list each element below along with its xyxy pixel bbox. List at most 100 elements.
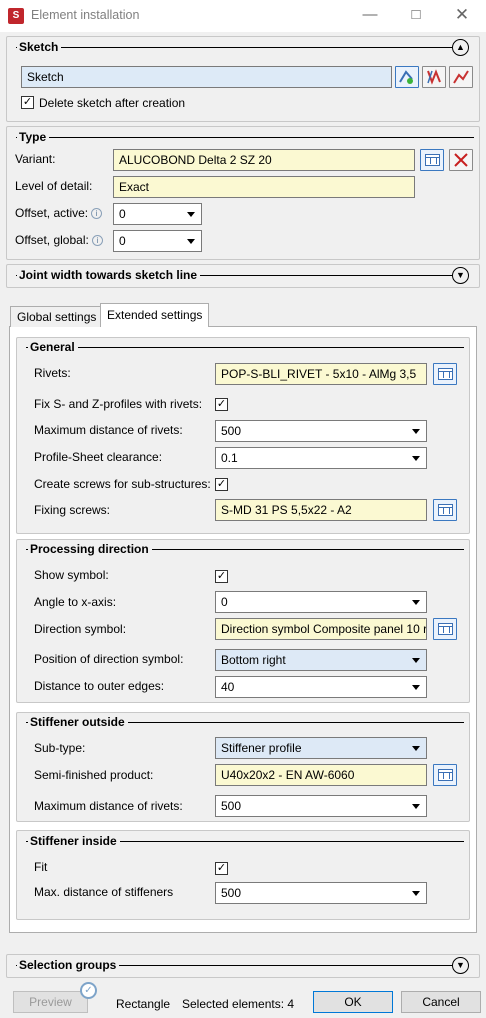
chevron-down-icon bbox=[412, 804, 420, 809]
tab-extended-settings[interactable]: Extended settings bbox=[100, 303, 210, 327]
chevron-down-icon bbox=[412, 685, 420, 690]
chevron-down-icon bbox=[412, 600, 420, 605]
angle-value: 0 bbox=[221, 595, 228, 609]
app-logo-icon: S bbox=[8, 8, 24, 24]
sketch-pick-icon[interactable] bbox=[422, 66, 446, 88]
sketch-heading: Sketch bbox=[17, 40, 62, 54]
collapse-up-icon[interactable]: ▲ bbox=[452, 39, 469, 56]
stiffener-distance-label: Max. distance of stiffeners bbox=[34, 885, 174, 899]
screws-sub-label: Create screws for sub-structures: bbox=[34, 477, 211, 491]
direction-symbol-label: Direction symbol: bbox=[34, 622, 127, 636]
delete-sketch-checkbox[interactable]: ✓ bbox=[21, 96, 34, 109]
ok-button[interactable]: OK bbox=[313, 991, 393, 1013]
offset-global-dropdown[interactable]: 0 bbox=[113, 230, 202, 252]
processing-heading: Processing direction bbox=[28, 542, 152, 556]
fixing-screws-catalog-icon[interactable] bbox=[433, 499, 457, 521]
selection-mode-text: Rectangle bbox=[116, 997, 171, 1011]
fix-profiles-label: Fix S- and Z-profiles with rivets: bbox=[34, 397, 203, 411]
symbol-position-label: Position of direction symbol: bbox=[34, 652, 184, 666]
semi-finished-field[interactable]: U40x20x2 - EN AW-6060 bbox=[215, 764, 427, 786]
fit-checkbox[interactable]: ✓ bbox=[215, 862, 228, 875]
show-symbol-label: Show symbol: bbox=[34, 568, 109, 582]
clearance-dropdown[interactable]: 0.1 bbox=[215, 447, 427, 469]
fit-label: Fit bbox=[34, 860, 48, 874]
offset-global-value: 0 bbox=[119, 234, 126, 248]
symbol-position-value: Bottom right bbox=[221, 653, 286, 667]
direction-symbol-catalog-icon[interactable] bbox=[433, 618, 457, 640]
offset-active-dropdown[interactable]: 0 bbox=[113, 203, 202, 225]
cancel-button[interactable]: Cancel bbox=[401, 991, 481, 1013]
rivets-catalog-icon[interactable] bbox=[433, 363, 457, 385]
expand-down-icon[interactable]: ▼ bbox=[452, 957, 469, 974]
max-distance-rivets-label: Maximum distance of rivets: bbox=[34, 423, 183, 437]
chevron-down-icon bbox=[412, 429, 420, 434]
divider bbox=[16, 47, 452, 48]
window-title: Element installation bbox=[31, 8, 140, 22]
symbol-position-dropdown[interactable]: Bottom right bbox=[215, 649, 427, 671]
close-icon[interactable]: ✕ bbox=[449, 4, 475, 28]
selection-groups-heading: Selection groups bbox=[17, 958, 120, 972]
stiffener-outside-heading: Stiffener outside bbox=[28, 715, 128, 729]
semi-finished-catalog-icon[interactable] bbox=[433, 764, 457, 786]
offset-active-label: Offset, active: i bbox=[15, 206, 103, 220]
variant-field[interactable]: ALUCOBOND Delta 2 SZ 20 bbox=[113, 149, 415, 171]
screws-sub-checkbox[interactable]: ✓ bbox=[215, 478, 228, 491]
type-heading: Type bbox=[17, 130, 50, 144]
selected-count-text: Selected elements: 4 bbox=[182, 997, 295, 1011]
delete-sketch-label: Delete sketch after creation bbox=[39, 96, 186, 110]
direction-symbol-field[interactable]: Direction symbol Composite panel 10 r bbox=[215, 618, 427, 640]
level-of-detail-field[interactable]: Exact bbox=[113, 176, 415, 198]
variant-catalog-icon[interactable] bbox=[420, 149, 444, 171]
edge-distance-dropdown[interactable]: 40 bbox=[215, 676, 427, 698]
chevron-down-icon bbox=[412, 746, 420, 751]
edge-distance-value: 40 bbox=[221, 680, 235, 694]
stiffener-max-distance-value: 500 bbox=[221, 799, 242, 813]
level-of-detail-label: Level of detail: bbox=[15, 179, 93, 193]
general-heading: General bbox=[28, 340, 78, 354]
maximize-icon[interactable]: □ bbox=[403, 4, 429, 28]
clearance-value: 0.1 bbox=[221, 451, 238, 465]
stiffener-distance-value: 500 bbox=[221, 886, 242, 900]
chevron-down-icon bbox=[187, 239, 195, 244]
sketch-draw-icon[interactable] bbox=[449, 66, 473, 88]
fix-profiles-checkbox[interactable]: ✓ bbox=[215, 398, 228, 411]
variant-label: Variant: bbox=[15, 152, 56, 166]
offset-global-label: Offset, global: i bbox=[15, 233, 103, 247]
edge-distance-label: Distance to outer edges: bbox=[34, 679, 165, 693]
tab-global-settings[interactable]: Global settings bbox=[10, 306, 104, 327]
clearance-label: Profile-Sheet clearance: bbox=[34, 450, 163, 464]
rivets-label: Rivets: bbox=[34, 366, 71, 380]
chevron-down-icon bbox=[412, 891, 420, 896]
show-symbol-checkbox[interactable]: ✓ bbox=[215, 570, 228, 583]
variant-delete-icon[interactable] bbox=[449, 149, 473, 171]
max-distance-rivets-dropdown[interactable]: 500 bbox=[215, 420, 427, 442]
angle-dropdown[interactable]: 0 bbox=[215, 591, 427, 613]
semi-finished-label: Semi-finished product: bbox=[34, 768, 154, 782]
sketch-edit-icon[interactable] bbox=[395, 66, 419, 88]
fixing-screws-field[interactable]: S-MD 31 PS 5,5x22 - A2 bbox=[215, 499, 427, 521]
offset-active-value: 0 bbox=[119, 207, 126, 221]
sub-type-dropdown[interactable]: Stiffener profile bbox=[215, 737, 427, 759]
sub-type-value: Stiffener profile bbox=[221, 741, 302, 755]
joint-heading: Joint width towards sketch line bbox=[17, 268, 201, 282]
divider bbox=[16, 137, 474, 138]
stiffener-inside-heading: Stiffener inside bbox=[28, 834, 120, 848]
checkmark-badge-icon: ✓ bbox=[80, 982, 97, 999]
stiffener-distance-dropdown[interactable]: 500 bbox=[215, 882, 427, 904]
rivets-field[interactable]: POP-S-BLI_RIVET - 5x10 - AlMg 3,5 bbox=[215, 363, 427, 385]
minimize-icon[interactable]: — bbox=[357, 4, 383, 28]
preview-button[interactable]: Preview bbox=[13, 991, 88, 1013]
fixing-screws-label: Fixing screws: bbox=[34, 503, 111, 517]
chevron-down-icon bbox=[187, 212, 195, 217]
angle-label: Angle to x-axis: bbox=[34, 595, 117, 609]
expand-down-icon[interactable]: ▼ bbox=[452, 267, 469, 284]
max-distance-rivets-value: 500 bbox=[221, 424, 242, 438]
sub-type-label: Sub-type: bbox=[34, 741, 86, 755]
stiffener-max-distance-dropdown[interactable]: 500 bbox=[215, 795, 427, 817]
sketch-field[interactable]: Sketch bbox=[21, 66, 392, 88]
info-icon[interactable]: i bbox=[91, 235, 103, 247]
info-icon[interactable]: i bbox=[91, 208, 103, 220]
chevron-down-icon bbox=[412, 658, 420, 663]
divider bbox=[26, 347, 464, 348]
offset-global-text: Offset, global: bbox=[15, 233, 89, 247]
